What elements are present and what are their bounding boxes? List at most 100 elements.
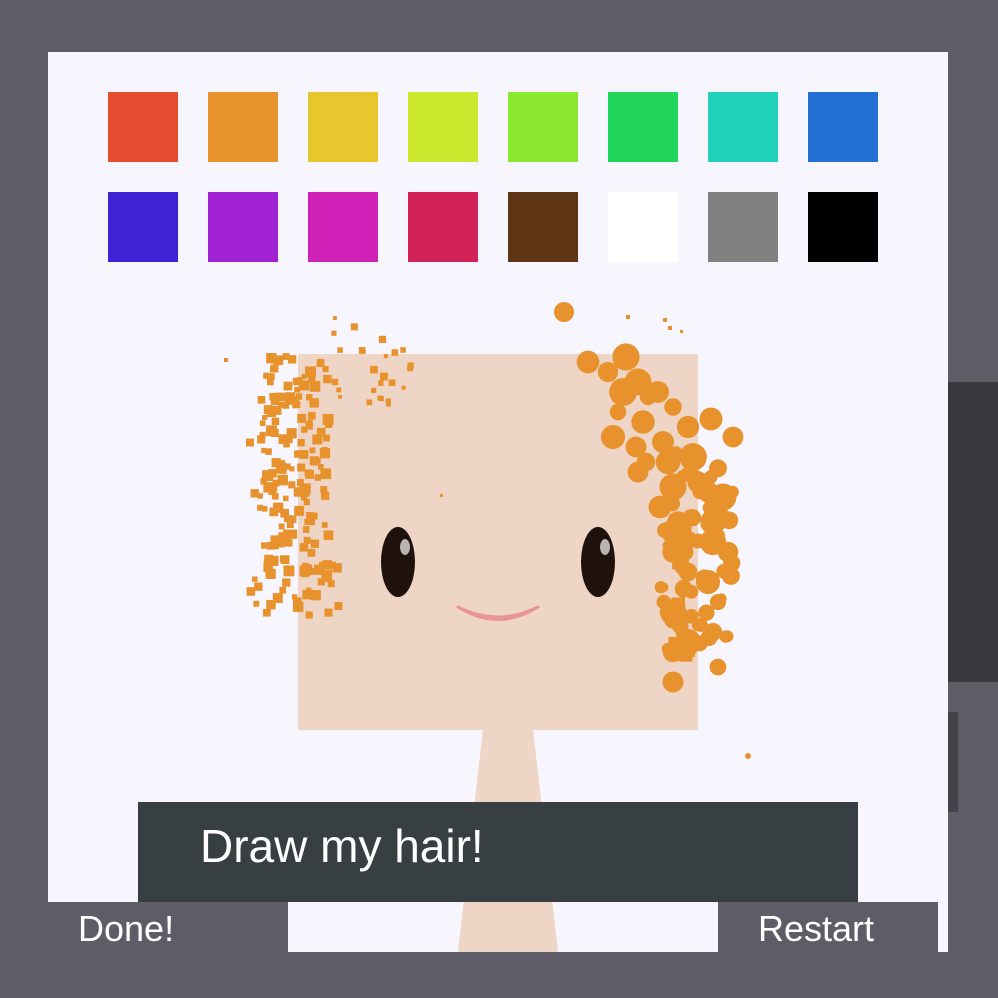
hair-dot <box>268 487 277 495</box>
hair-dot <box>270 428 279 437</box>
hair-dot <box>745 753 751 759</box>
hair-dot <box>282 402 290 409</box>
hair-dot <box>283 516 290 523</box>
speech-bubble: Draw my hair! <box>138 802 858 902</box>
done-button[interactable]: Done! <box>48 902 288 952</box>
hair-dot <box>279 586 287 594</box>
hair-dot <box>289 466 295 472</box>
hair-dot <box>278 523 285 530</box>
hair-dot <box>272 593 283 603</box>
color-swatch[interactable] <box>408 92 478 162</box>
hair-dot <box>275 392 284 401</box>
character-face <box>298 354 698 730</box>
hair-dot <box>717 541 739 563</box>
color-swatch[interactable] <box>708 92 778 162</box>
hair-dot <box>714 508 730 524</box>
hair-dot <box>272 405 282 415</box>
hair-dot <box>278 434 289 445</box>
hair-dot <box>714 529 726 541</box>
hair-dot <box>285 435 293 444</box>
hair-dot <box>254 582 263 591</box>
hair-dot <box>272 479 280 487</box>
hair-dot <box>709 483 737 511</box>
color-swatch[interactable] <box>108 192 178 262</box>
color-swatch[interactable] <box>808 92 878 162</box>
color-swatch[interactable] <box>408 192 478 262</box>
hair-dot <box>700 509 726 535</box>
hair-dot <box>257 435 266 444</box>
hair-dot <box>716 564 731 579</box>
hair-dot <box>268 469 277 478</box>
hair-dot <box>287 529 298 539</box>
hair-dot <box>270 364 279 373</box>
hair-dot <box>266 353 277 364</box>
hair-dot <box>283 529 291 537</box>
color-swatch[interactable] <box>308 192 378 262</box>
hair-dot <box>703 622 723 642</box>
side-panel <box>948 382 998 682</box>
hair-dot <box>288 481 296 489</box>
hair-dot <box>271 417 280 426</box>
hair-dot <box>250 489 259 498</box>
hair-dot <box>269 507 279 517</box>
color-swatch[interactable] <box>508 92 578 162</box>
hair-dot <box>726 485 739 499</box>
hair-dot <box>261 542 268 549</box>
hair-dot <box>263 405 273 414</box>
hair-dot <box>282 537 290 545</box>
hair-dot <box>264 554 273 564</box>
hair-dot <box>723 554 741 572</box>
hair-dot <box>268 482 278 492</box>
color-swatch[interactable] <box>608 92 678 162</box>
hair-dot <box>259 420 266 427</box>
hair-dot <box>266 407 277 418</box>
hair-dot <box>257 396 266 404</box>
color-swatch[interactable] <box>308 92 378 162</box>
hair-dot <box>695 569 713 586</box>
prompt-text: Draw my hair! <box>200 820 484 872</box>
hair-dot <box>711 625 722 636</box>
hair-dot <box>282 533 288 539</box>
hair-dot <box>283 381 293 391</box>
hair-dot <box>270 535 282 546</box>
color-swatch[interactable] <box>508 192 578 262</box>
drawing-canvas[interactable]: Draw my hair! Done! Restart <box>48 52 948 952</box>
hair-dot <box>267 542 275 550</box>
hair-dot <box>378 335 387 343</box>
hair-dot <box>291 594 298 600</box>
hair-dot <box>287 355 297 364</box>
hair-dot <box>261 447 267 454</box>
color-swatch[interactable] <box>208 92 278 162</box>
hair-dot <box>260 477 268 485</box>
hair-dot <box>285 397 291 403</box>
hair-dot <box>701 513 713 526</box>
hair-dot <box>699 528 727 556</box>
hair-dot <box>554 302 574 322</box>
hair-dot <box>713 496 730 513</box>
hair-dot <box>722 426 744 448</box>
color-swatch[interactable] <box>208 192 278 262</box>
hair-dot <box>277 474 288 486</box>
color-palette <box>108 92 888 262</box>
hair-dot <box>680 330 683 333</box>
hair-dot <box>275 463 287 474</box>
color-swatch[interactable] <box>808 192 878 262</box>
hair-dot <box>263 482 274 493</box>
hair-dot <box>700 518 713 531</box>
hair-dot <box>269 392 277 401</box>
hair-dot <box>721 566 740 585</box>
hair-dot <box>702 500 717 515</box>
color-swatch[interactable] <box>708 192 778 262</box>
hair-dot <box>700 629 718 647</box>
hair-dot <box>246 587 256 596</box>
hair-dot <box>699 407 723 431</box>
hair-dot <box>350 323 358 331</box>
hair-dot <box>268 482 277 491</box>
side-panel-tab <box>948 712 958 812</box>
color-swatch[interactable] <box>108 92 178 162</box>
hair-dot <box>270 540 279 550</box>
color-swatch[interactable] <box>608 192 678 262</box>
hair-dot <box>269 366 276 373</box>
restart-button[interactable]: Restart <box>718 902 938 952</box>
hair-dot <box>279 555 287 562</box>
